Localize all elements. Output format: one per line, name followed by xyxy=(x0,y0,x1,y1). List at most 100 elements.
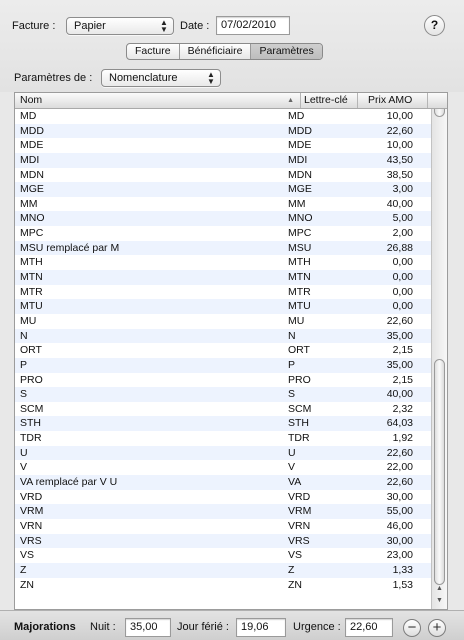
popup-arrows-icon: ▲ ▼ xyxy=(207,70,215,86)
table-row[interactable]: V V 22,00 xyxy=(15,460,431,475)
cell-prix-amo: 0,00 xyxy=(392,300,413,313)
scroll-up-icon[interactable]: ▲ xyxy=(432,583,447,595)
table-row[interactable]: VRD VRD 30,00 xyxy=(15,490,431,505)
cell-nom: ORT xyxy=(20,344,42,357)
nomenclature-table: Nom ▲ Lettre-clé Prix AMO MD MD 10,00 MDD MD… xyxy=(14,92,448,610)
parametres-value: Nomenclature xyxy=(109,72,178,84)
facture-type-popup[interactable]: Papier ▲ ▼ xyxy=(66,17,174,35)
cell-prix-amo: 22,00 xyxy=(386,461,413,474)
table-header: Nom ▲ Lettre-clé Prix AMO xyxy=(15,93,447,109)
cell-nom: U xyxy=(20,446,28,459)
table-row[interactable]: PRO PRO 2,15 xyxy=(15,373,431,388)
cell-prix-amo: 26,88 xyxy=(386,241,413,254)
jour-ferie-label: Jour férié : xyxy=(177,621,229,633)
table-row[interactable]: MSU remplacé par M MSU 26,88 xyxy=(15,240,431,256)
cell-nom: TDR xyxy=(20,432,42,445)
cell-lettre-cle: MNO xyxy=(288,212,313,225)
table-row[interactable]: MTH MTH 0,00 xyxy=(15,255,431,270)
table-row[interactable]: MTN MTN 0,00 xyxy=(15,270,431,285)
table-row[interactable]: Z Z 1,33 xyxy=(15,562,431,578)
facture-type-value: Papier xyxy=(74,20,106,32)
cell-nom: VRN xyxy=(20,519,43,532)
table-row[interactable]: S S 40,00 xyxy=(15,387,431,402)
cell-lettre-cle: MSU xyxy=(288,241,312,254)
tab-beneficiaire[interactable]: Bénéficiaire xyxy=(180,44,252,59)
table-row[interactable]: VA remplacé par V U VA 22,60 xyxy=(15,475,431,490)
cell-lettre-cle: TDR xyxy=(288,432,310,445)
column-header-lettre-cle[interactable]: Lettre-clé xyxy=(301,93,358,108)
table-row[interactable]: VRM VRM 55,00 xyxy=(15,504,431,519)
table-row[interactable]: MPC MPC 2,00 xyxy=(15,226,431,241)
cell-lettre-cle: VRD xyxy=(288,490,311,503)
date-label: Date : xyxy=(180,20,210,32)
cell-prix-amo: 22,60 xyxy=(386,476,413,489)
cell-nom: VS xyxy=(20,549,35,562)
cell-lettre-cle: VA xyxy=(288,476,302,489)
cell-lettre-cle: MTN xyxy=(288,271,311,284)
cell-prix-amo: 0,00 xyxy=(392,256,413,269)
table-row[interactable]: MDD MDD 22,60 xyxy=(15,123,431,139)
table-row[interactable]: MNO MNO 5,00 xyxy=(15,211,431,227)
table-row[interactable]: MDI MDI 43,50 xyxy=(15,152,431,168)
table-row[interactable]: N N 35,00 xyxy=(15,328,431,344)
cell-prix-amo: 40,00 xyxy=(386,388,413,401)
table-row[interactable]: MU MU 22,60 xyxy=(15,314,431,329)
table-row[interactable]: MD MD 10,00 xyxy=(15,109,431,124)
help-button[interactable]: ? xyxy=(424,15,445,36)
table-row[interactable]: MM MM 40,00 xyxy=(15,197,431,212)
table-row[interactable]: SCM SCM 2,32 xyxy=(15,402,431,417)
nuit-field[interactable]: 35,00 xyxy=(125,618,171,637)
table-row[interactable]: MTR MTR 0,00 xyxy=(15,285,431,300)
cell-prix-amo: 23,00 xyxy=(386,549,413,562)
cell-lettre-cle: MDD xyxy=(288,124,312,137)
parametres-popup[interactable]: Nomenclature ▲ ▼ xyxy=(101,69,221,87)
table-row[interactable]: MTU MTU 0,00 xyxy=(15,299,431,314)
vertical-scrollbar[interactable]: ▲ ▼ xyxy=(431,109,447,609)
cell-lettre-cle: U xyxy=(288,446,296,459)
cell-nom: MNO xyxy=(20,212,45,225)
tab-parametres[interactable]: Paramètres xyxy=(251,44,322,59)
tab-facture[interactable]: Facture xyxy=(127,44,180,59)
scrollbar-thumb[interactable] xyxy=(434,359,445,585)
help-icon: ? xyxy=(430,18,439,32)
cell-nom: Z xyxy=(20,563,27,576)
cell-prix-amo: 0,00 xyxy=(392,271,413,284)
cell-prix-amo: 2,15 xyxy=(392,373,413,386)
table-row[interactable]: TDR TDR 1,92 xyxy=(15,431,431,446)
remove-button[interactable]: − xyxy=(403,619,421,637)
table-row[interactable]: VRN VRN 46,00 xyxy=(15,519,431,534)
cell-lettre-cle: VS xyxy=(288,549,303,562)
cell-nom: MSU remplacé par M xyxy=(20,241,120,254)
cell-nom: SCM xyxy=(20,402,44,415)
cell-nom: MDN xyxy=(20,168,44,181)
table-row[interactable]: MGE MGE 3,00 xyxy=(15,182,431,197)
table-body: MD MD 10,00 MDD MDD 22,60 MDE MDE 10,00 MDI MDI 43,… xyxy=(15,109,431,592)
table-row[interactable]: STH STH 64,03 xyxy=(15,416,431,432)
cell-lettre-cle: VRS xyxy=(288,534,310,547)
table-row[interactable]: VS VS 23,00 xyxy=(15,548,431,563)
cell-prix-amo: 1,33 xyxy=(392,563,413,576)
table-row[interactable]: MDE MDE 10,00 xyxy=(15,138,431,153)
cell-lettre-cle: V xyxy=(288,461,296,474)
cell-nom: MD xyxy=(20,110,37,122)
table-row[interactable]: ORT ORT 2,15 xyxy=(15,343,431,358)
cell-prix-amo: 0,00 xyxy=(392,285,413,298)
table-row[interactable]: ZN ZN 1,53 xyxy=(15,578,431,593)
parametres-de-label: Paramètres de : xyxy=(14,72,93,84)
table-row[interactable]: VRS VRS 30,00 xyxy=(15,533,431,549)
table-row[interactable]: MDN MDN 38,50 xyxy=(15,168,431,183)
cell-nom: MDI xyxy=(20,153,40,166)
table-row[interactable]: U U 22,60 xyxy=(15,445,431,461)
column-header-prix-amo[interactable]: Prix AMO xyxy=(358,93,428,108)
scroll-down-icon[interactable]: ▼ xyxy=(432,595,447,607)
date-field[interactable]: 07/02/2010 xyxy=(216,16,290,35)
urgence-field[interactable]: 22,60 xyxy=(345,618,393,637)
add-button[interactable]: + xyxy=(428,619,446,637)
table-row[interactable]: P P 35,00 xyxy=(15,357,431,373)
cell-nom: MTR xyxy=(20,285,43,298)
cell-prix-amo: 30,00 xyxy=(386,534,413,547)
column-header-nom[interactable]: Nom ▲ xyxy=(15,93,301,108)
jour-ferie-field[interactable]: 19,06 xyxy=(236,618,286,637)
cell-lettre-cle: MM xyxy=(288,197,306,210)
tab-bar: Facture Bénéficiaire Paramètres xyxy=(126,43,323,60)
